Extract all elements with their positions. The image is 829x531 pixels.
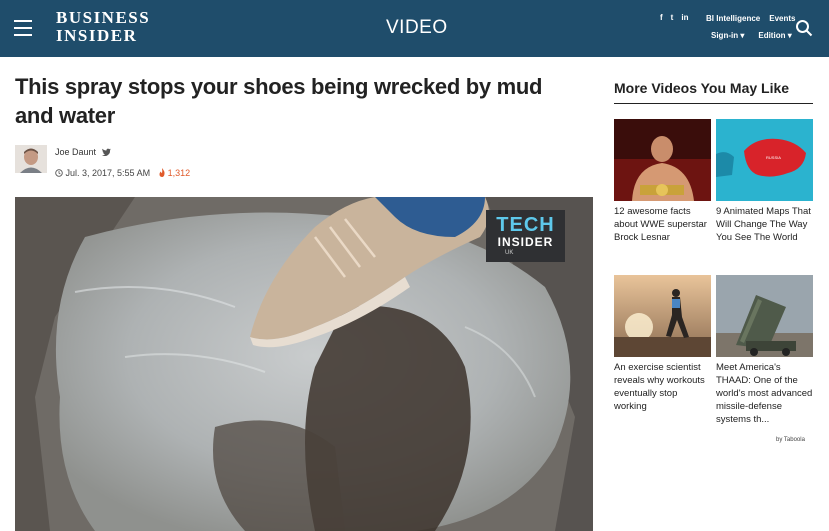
publish-date: Jul. 3, 2017, 5:55 AM [65,168,151,178]
events-link[interactable]: Events [769,14,795,23]
author-name[interactable]: Joe Daunt [55,147,96,157]
card-title[interactable]: 9 Animated Maps That Will Change The Way… [716,205,813,244]
taboola-attribution[interactable]: by Taboola [776,437,805,443]
hamburger-menu-icon[interactable] [14,20,32,36]
top-navigation-bar: BUSINESS INSIDER VIDEO f t in BI Intelli… [0,0,829,57]
clock-icon [55,169,63,177]
flame-icon [159,168,165,177]
map-label: RUSSIA [766,155,781,160]
facebook-icon[interactable]: f [660,13,663,22]
card-title[interactable]: 12 awesome facts about WWE superstar Bro… [614,205,711,244]
badge-line-3: UK [505,250,514,256]
tech-insider-badge: TECH INSIDER UK [486,210,565,262]
chevron-down-icon: ▾ [785,31,792,40]
divider [614,103,813,104]
search-icon[interactable] [795,19,813,37]
card-thumbnail-wrestler[interactable] [614,119,711,201]
twitter-icon[interactable] [102,148,111,156]
account-links: Sign-in ▾ Edition ▾ [711,31,792,40]
article-headline: This spray stops your shoes being wrecke… [15,74,543,128]
logo-line-1: BUSINESS [56,8,151,27]
card-thumbnail-map[interactable]: RUSSIA [716,119,813,201]
view-count: 1,312 [167,168,191,178]
edition-label: Edition [758,31,786,40]
card-title[interactable]: An exercise scientist reveals why workou… [614,361,711,413]
author-avatar[interactable] [15,145,47,173]
card-thumbnail-runner[interactable] [614,275,711,357]
signin-label: Sign-in [711,31,739,40]
business-insider-logo[interactable]: BUSINESS INSIDER [56,9,150,45]
signin-link[interactable]: Sign-in ▾ [711,31,744,40]
bi-intelligence-link[interactable]: BI Intelligence [706,14,760,23]
edition-link[interactable]: Edition ▾ [758,31,791,40]
article-meta: Jul. 3, 2017, 5:55 AM 1,312 [55,168,190,178]
logo-line-2: INSIDER [56,26,138,45]
card-thumbnail-missile[interactable] [716,275,813,357]
badge-line-2: INSIDER [497,235,554,249]
header-links: BI Intelligence Events [706,14,795,23]
twitter-icon[interactable]: t [671,13,674,22]
card-title[interactable]: Meet America's THAAD: One of the world's… [716,361,813,426]
more-videos-heading: More Videos You May Like [614,80,790,96]
linkedin-icon[interactable]: in [681,13,688,22]
badge-line-1: TECH [496,214,555,236]
section-title[interactable]: VIDEO [386,17,448,39]
social-links: f t in [660,13,688,22]
view-count-group: 1,312 [159,168,190,178]
date-group: Jul. 3, 2017, 5:55 AM [55,168,150,178]
chevron-down-icon: ▾ [738,31,745,40]
